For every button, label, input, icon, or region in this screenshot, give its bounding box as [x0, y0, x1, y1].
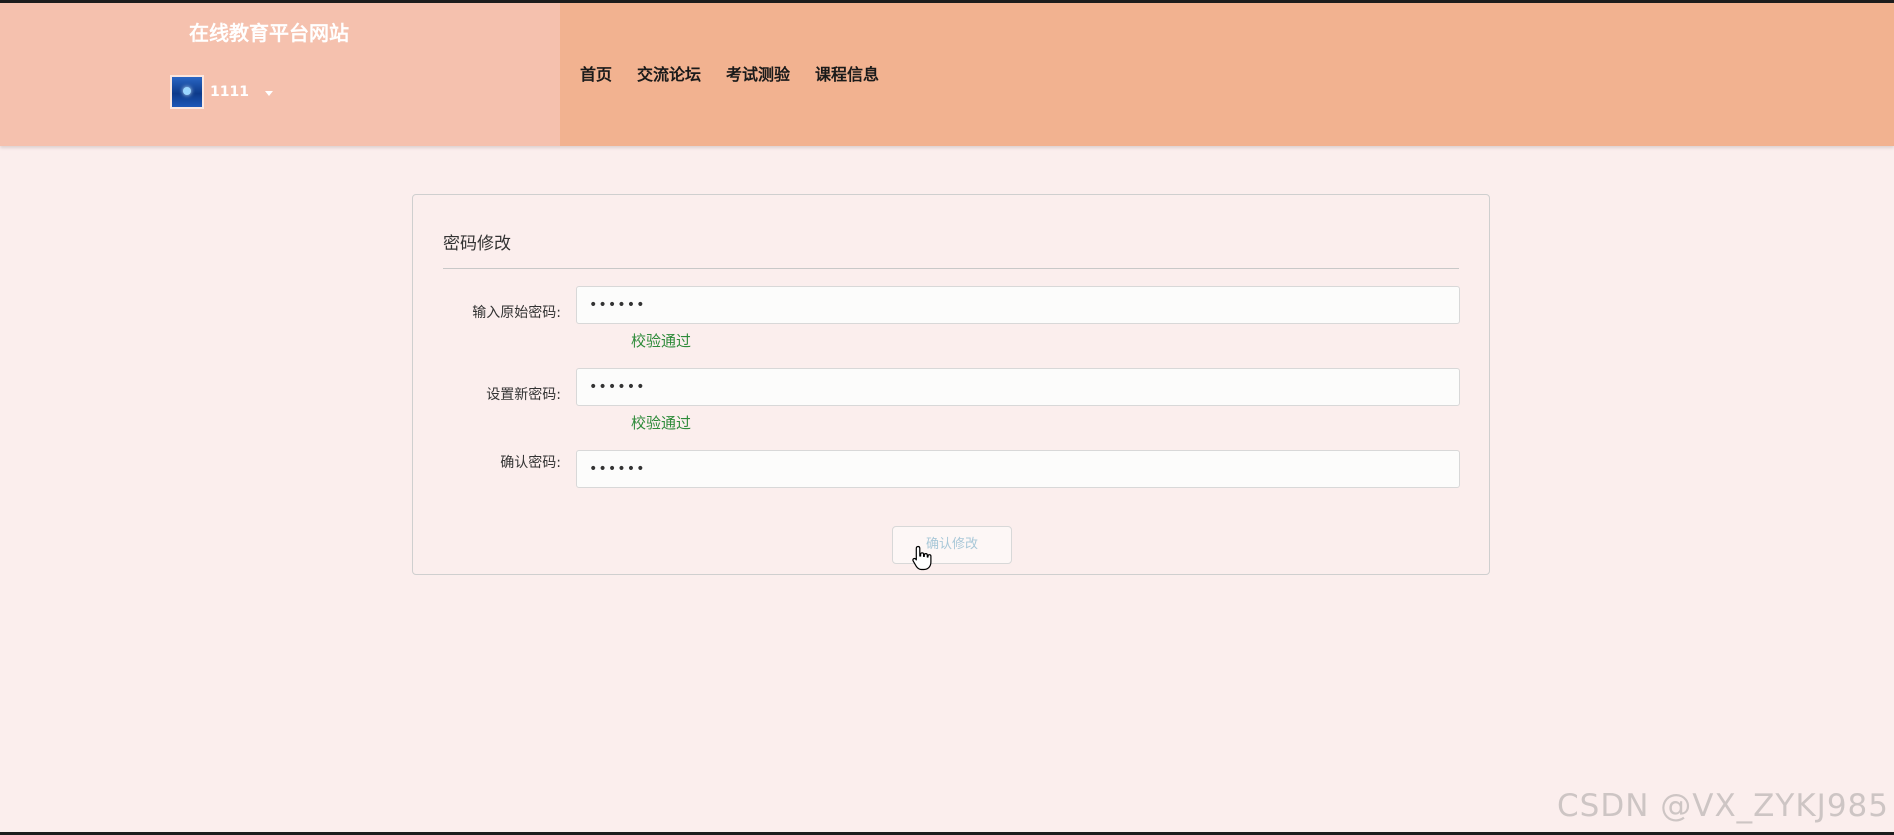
username[interactable]: 1111 — [210, 84, 249, 100]
confirm-change-button[interactable]: 确认修改 — [892, 526, 1012, 564]
watermark: CSDN @VX_ZYKJ985 — [1557, 788, 1889, 824]
old-password-label: 输入原始密码: — [472, 305, 561, 321]
new-password-input[interactable] — [576, 368, 1460, 406]
top-header: 在线教育平台网站 1111 首页 交流论坛 考试测验 课程信息 — [0, 3, 1894, 146]
caret-down-icon[interactable] — [264, 90, 273, 96]
confirm-password-label: 确认密码: — [500, 455, 561, 471]
nav-item-forum[interactable]: 交流论坛 — [637, 61, 701, 85]
main-nav: 首页 交流论坛 考试测验 课程信息 — [580, 61, 879, 85]
password-change-card: 密码修改 输入原始密码: 校验通过 设置新密码: 校验通过 确认密码: 确认修改 — [412, 194, 1490, 575]
card-title: 密码修改 — [443, 234, 511, 254]
avatar[interactable] — [170, 75, 204, 109]
old-password-input[interactable] — [576, 286, 1460, 324]
hand-pointer-icon — [912, 545, 932, 571]
nav-item-courses[interactable]: 课程信息 — [815, 61, 879, 85]
nav-item-exam[interactable]: 考试测验 — [726, 61, 790, 85]
user-menu[interactable]: 1111 — [170, 75, 273, 109]
brand-panel: 在线教育平台网站 1111 — [0, 3, 560, 146]
nav-item-home[interactable]: 首页 — [580, 61, 612, 85]
browser-viewport: 在线教育平台网站 1111 首页 交流论坛 考试测验 课程信息 密码修改 输入原… — [0, 3, 1894, 832]
old-password-hint: 校验通过 — [631, 332, 692, 350]
new-password-label: 设置新密码: — [486, 387, 561, 403]
site-title: 在线教育平台网站 — [189, 21, 349, 45]
new-password-hint: 校验通过 — [631, 414, 692, 432]
confirm-password-input[interactable] — [576, 450, 1460, 488]
divider — [443, 268, 1459, 269]
